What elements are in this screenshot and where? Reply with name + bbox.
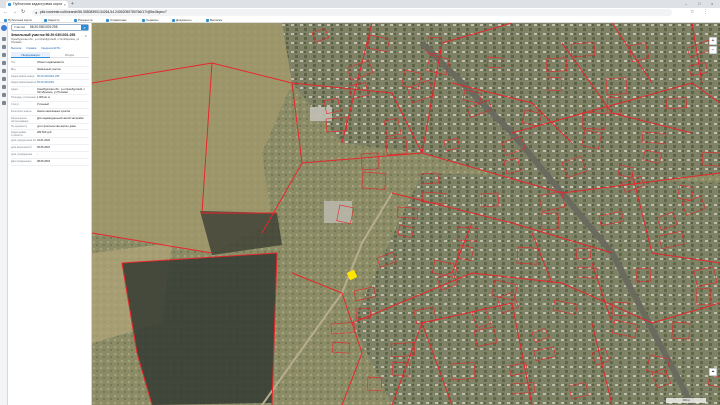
attribute-label: Кадастровый номер: [11, 74, 35, 78]
browser-tab[interactable]: Публичная кадастровая карта ×: [6, 1, 68, 8]
url-text: pkk.rosreestr.ru/#/search/56.05508390134…: [40, 10, 167, 14]
info-panel: Участки ⌕ Земельный участок 56:20:030100…: [8, 23, 92, 405]
tab-information[interactable]: Информация: [11, 52, 50, 58]
attribute-row: дата внесения КС 05.05.2018: [11, 145, 89, 152]
attribute-value[interactable]: 56:20:0301001: [37, 80, 89, 86]
attribute-value: 1 000 кв. м: [37, 96, 50, 100]
lock-icon: ●: [35, 10, 38, 15]
attribute-row: Площадь уточненная 1 000 кв. м: [11, 95, 89, 102]
attribute-label: Адрес: [11, 88, 19, 92]
attribute-row: Кадастровая стоимость 283 500 руб.: [11, 130, 89, 139]
industrial-building: [324, 201, 352, 223]
browser-menu-icon[interactable]: ⋮: [703, 9, 708, 16]
attribute-row: По документу для строительства жилого дом…: [11, 124, 89, 131]
attribute-value: Земельный участок: [37, 67, 61, 71]
link-extract[interactable]: Выписка: [11, 47, 21, 50]
attribute-label: дата внесения КС: [11, 146, 32, 150]
attribute-label: дата утверждения: [11, 152, 33, 156]
link-reference[interactable]: Справка: [26, 47, 36, 50]
object-links: Выписка Справка Сведения ЕГРН: [11, 47, 64, 50]
attribute-label: Тип: [11, 61, 16, 64]
attribute-value: Земли населённых пунктов: [37, 109, 70, 113]
attribute-label: Вид: [11, 67, 16, 71]
attribute-label: Разрешенное использование: [11, 116, 29, 123]
cadastral-map-app: Участки ⌕ Земельный участок 56:20:030100…: [0, 23, 720, 405]
link-egrn[interactable]: Сведения ЕГРН: [41, 47, 60, 50]
attribute-value: 283 500 руб.: [37, 131, 53, 135]
attribute-value: для строительства жилого дома: [37, 124, 76, 128]
attribute-row: Разрешенное использование Для индивидуаль…: [11, 116, 89, 124]
print-icon[interactable]: [2, 61, 6, 65]
attribute-value: 05.05.2018: [37, 146, 50, 150]
attribute-label: Дата применения: [11, 159, 32, 163]
attribute-label: Статус: [11, 102, 19, 106]
tab-favicon-icon: [8, 3, 11, 6]
zoom-in-icon[interactable]: +: [709, 37, 717, 45]
attribute-label: Кадастровая стоимость: [11, 131, 26, 138]
object-title: Земельный участок 56:20:0301001:295: [11, 33, 76, 37]
tool-rail: [0, 23, 8, 405]
help-icon[interactable]: [2, 101, 6, 105]
attribute-value: 08.05.2018: [37, 159, 50, 163]
measure-icon[interactable]: [2, 53, 6, 57]
attribute-row: Вид Земельный участок: [11, 67, 89, 74]
bookmark-icon[interactable]: [2, 69, 6, 73]
bookmark-star-icon[interactable]: ☆: [690, 9, 694, 16]
attribute-row: Адрес Оренбургская обл., р-н Оренбургский…: [11, 87, 89, 96]
attribute-value: Учтенный: [37, 102, 49, 106]
locate-icon[interactable]: ⌖: [709, 368, 717, 376]
share-icon[interactable]: [2, 85, 6, 89]
attribute-row: дата утверждения -: [11, 152, 89, 159]
back-icon[interactable]: ←: [3, 9, 8, 16]
attribute-row: Кадастровый квартал 56:20:0301001: [11, 80, 89, 88]
maximize-icon[interactable]: □: [698, 0, 700, 7]
zoom-out-icon[interactable]: −: [709, 46, 717, 54]
search-type-select[interactable]: Участки: [14, 25, 25, 30]
address-bar[interactable]: ● pkk.rosreestr.ru/#/search/56.055083901…: [32, 9, 672, 16]
attribute-row: дата определения КС 01.01.2022: [11, 138, 89, 146]
close-icon[interactable]: ×: [85, 33, 87, 38]
attribute-table: Тип Объект недвижимости Вид Земельный участ…: [11, 60, 89, 166]
panel-tabs: Информация Услуги: [11, 52, 89, 58]
attribute-row: Кадастровый номер 56:20:0301001:295: [11, 74, 89, 81]
attribute-row: Дата применения 08.05.2018: [11, 159, 89, 166]
tab-services[interactable]: Услуги: [50, 52, 89, 58]
attribute-label: Категория земель: [11, 109, 32, 113]
browser-toolbar: ← → ↻ ● pkk.rosreestr.ru/#/search/56.055…: [0, 8, 720, 17]
attribute-value: Объект недвижимости: [37, 61, 65, 64]
attribute-value: 01.01.2022: [37, 139, 50, 143]
attribute-value: -: [37, 152, 38, 156]
settings-icon[interactable]: [2, 93, 6, 97]
search-input[interactable]: [30, 25, 80, 30]
tab-bar: Публичная кадастровая карта × + – □ ×: [0, 0, 720, 8]
attribute-row: Тип Объект недвижимости: [11, 60, 89, 67]
close-icon[interactable]: ×: [64, 1, 66, 8]
minimize-icon[interactable]: –: [685, 0, 687, 7]
reload-icon[interactable]: ↻: [21, 9, 25, 16]
map-scale: 200 м: [666, 398, 706, 403]
attribute-label: Кадастровый квартал: [11, 81, 37, 85]
attribute-value[interactable]: 56:20:0301001:295: [37, 74, 89, 80]
app-logo-icon[interactable]: [1, 25, 7, 31]
attribute-label: дата определения КС: [11, 139, 37, 143]
info-icon[interactable]: [2, 77, 6, 81]
attribute-value: Оренбургская обл., р-н Оренбургский, с О…: [37, 88, 85, 95]
map-view[interactable]: + − ⌖ 200 м: [92, 23, 720, 405]
attribute-label: Площадь уточненная: [11, 96, 36, 100]
window-close-icon[interactable]: ×: [711, 0, 713, 7]
object-subtitle: Оренбургская обл., р-н Оренбургский, с О…: [11, 38, 80, 45]
attribute-row: Категория земель Земли населённых пунктов: [11, 109, 89, 116]
search-button[interactable]: ⌕: [81, 25, 88, 30]
new-tab-icon[interactable]: +: [71, 1, 74, 7]
satellite-map[interactable]: [92, 23, 720, 405]
forward-icon[interactable]: →: [12, 9, 17, 16]
layers-icon[interactable]: [2, 37, 6, 41]
attribute-label: По документу: [11, 124, 27, 128]
search-box: Участки ⌕: [11, 24, 89, 31]
attribute-row: Статус Учтенный: [11, 102, 89, 109]
attribute-value: Для индивидуальной жилой застройки: [37, 116, 84, 120]
tab-title: Публичная кадастровая карта: [13, 2, 63, 6]
search-icon[interactable]: [2, 45, 6, 49]
